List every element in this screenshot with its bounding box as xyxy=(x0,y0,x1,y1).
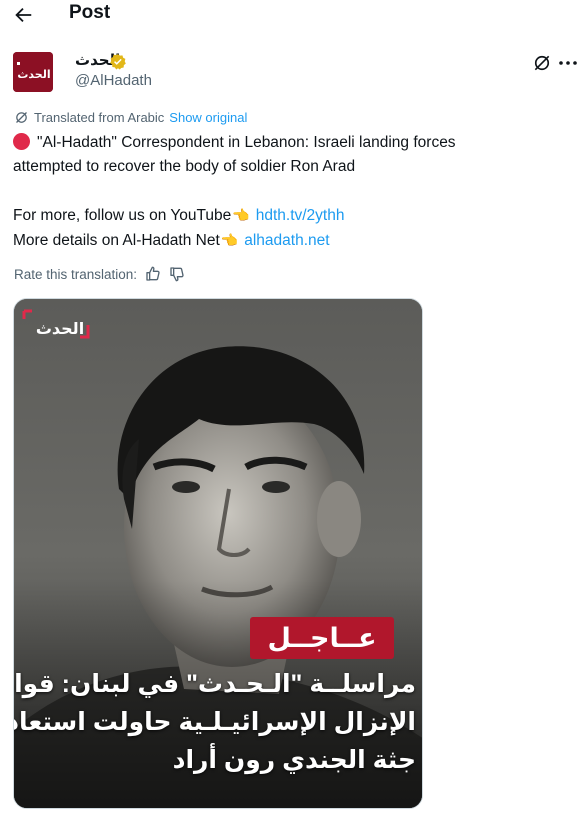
author-handle[interactable]: @AlHadath xyxy=(75,72,152,89)
youtube-line: For more, follow us on YouTube👈 hdth.tv/2… xyxy=(13,203,553,228)
thumbs-up-icon[interactable] xyxy=(145,266,161,282)
avatar[interactable]: الحدث xyxy=(13,52,53,92)
tweet-line-1: "Al-Hadath" Correspondent in Lebanon: Is… xyxy=(13,131,553,155)
alhadath-watermark-logo: الحدث xyxy=(22,309,90,339)
svg-text:الحدث: الحدث xyxy=(36,319,84,338)
grok-icon[interactable] xyxy=(532,53,552,73)
caption-line: جثة الجندي رون أراد xyxy=(172,746,416,774)
caption-line: مراسلــة "الـحـدث" في لبنان: قوات xyxy=(13,670,416,698)
tweet-text: "Al-Hadath" Correspondent in Lebanon: Is… xyxy=(13,131,553,253)
urgent-badge: عــاجــل xyxy=(250,617,394,659)
svg-text:الحدث: الحدث xyxy=(17,68,50,81)
translated-label: Translated from Arabic xyxy=(34,109,165,125)
more-options-icon[interactable] xyxy=(556,53,580,73)
show-original-link[interactable]: Show original xyxy=(169,110,247,125)
thumbs-down-icon[interactable] xyxy=(169,266,185,282)
translate-icon xyxy=(16,111,27,123)
verified-badge-icon xyxy=(110,54,126,70)
net-line: More details on Al-Hadath Net👈 alhadath.n… xyxy=(13,228,553,253)
rate-translation: Rate this translation: xyxy=(14,264,185,284)
caption-line: الإنزال الإسرائيـلـية حاولت استعادة xyxy=(13,708,416,736)
pointing-hand-icon: 👈 xyxy=(220,232,239,248)
rate-label: Rate this translation: xyxy=(14,266,138,282)
alhadath-link[interactable]: alhadath.net xyxy=(244,232,329,249)
avatar-logo: الحدث xyxy=(13,52,53,92)
image-caption: مراسلــة "الـحـدث" في لبنان: قوات الإنزا… xyxy=(13,665,416,779)
top-bar: Post xyxy=(0,0,585,30)
page-title: Post xyxy=(69,2,111,23)
red-circle-emoji xyxy=(13,133,30,150)
translation-notice: Translated from Arabic Show original xyxy=(14,108,247,126)
youtube-link[interactable]: hdth.tv/2ythh xyxy=(256,207,345,224)
media-image[interactable]: الحدث عــاجــل مراسلــة "الـحـدث" في لبن… xyxy=(13,298,423,809)
tweet-line-2: attempted to recover the body of soldier… xyxy=(13,158,356,175)
back-arrow-icon[interactable] xyxy=(12,4,34,26)
pointing-hand-icon: 👈 xyxy=(232,207,250,223)
